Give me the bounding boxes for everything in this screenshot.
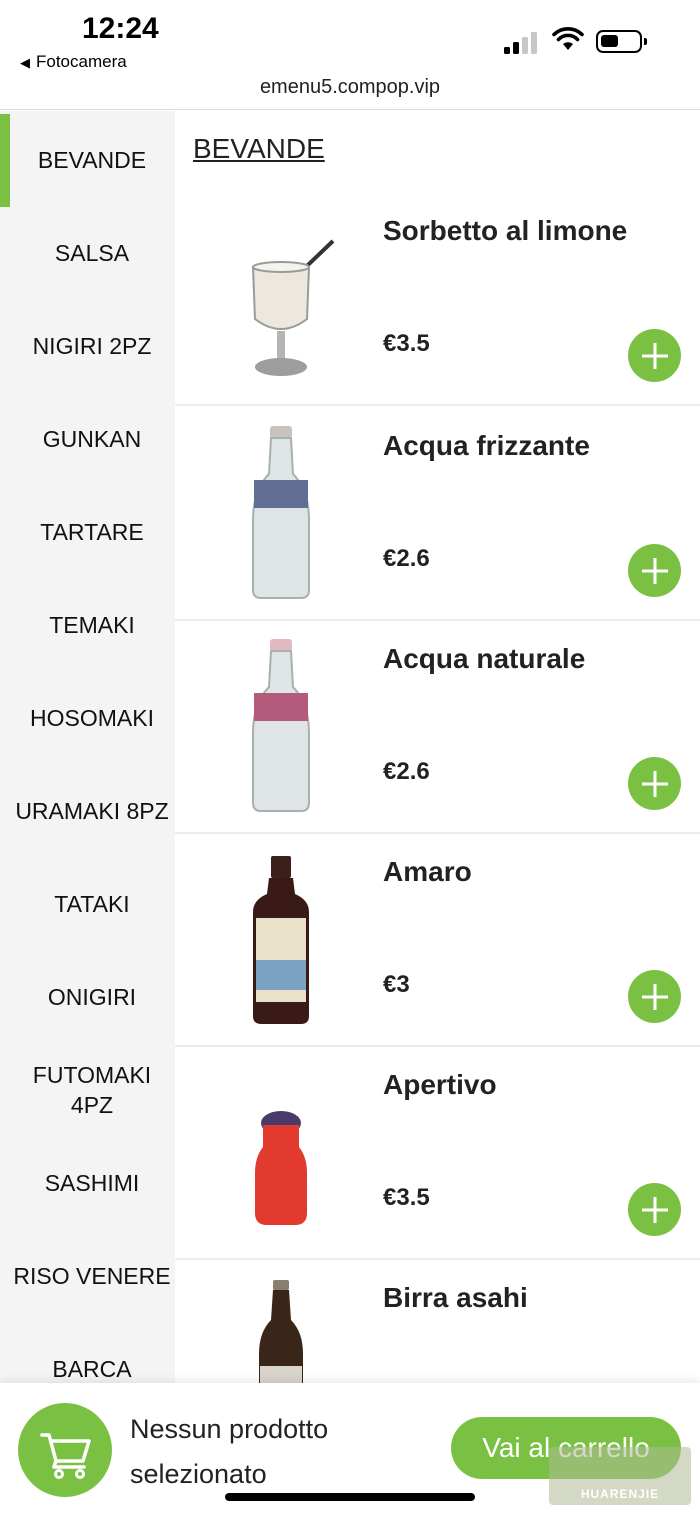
product-name: Sorbetto al limone (383, 215, 628, 246)
water-bottle-icon (252, 639, 310, 812)
category-onigiri[interactable]: ONIGIRI (10, 951, 174, 1044)
product-card[interactable]: Amaro €3 (175, 834, 700, 1047)
liqueur-bottle-icon (253, 856, 309, 1024)
add-to-cart-button[interactable] (628, 544, 681, 597)
category-barca[interactable]: BARCA (10, 1323, 174, 1383)
add-to-cart-button[interactable] (628, 970, 681, 1023)
back-triangle-icon: ◀ (20, 55, 30, 70)
product-name: Amaro (383, 856, 472, 887)
page-url[interactable]: emenu5.compop.vip (0, 76, 700, 99)
cart-button-round[interactable] (18, 1403, 112, 1497)
status-bar: 12:24 ◀ Fotocamera emenu5.compop.vip (0, 0, 700, 110)
product-card[interactable]: Apertivo €3.5 (175, 1047, 700, 1260)
water-bottle-icon (252, 426, 310, 599)
section-title: BEVANDE (193, 133, 325, 164)
product-price: €3.5 (383, 330, 430, 357)
product-price: €2.6 (383, 545, 430, 572)
category-riso-venere[interactable]: RISO VENERE (10, 1230, 174, 1323)
back-link-label: Fotocamera (36, 52, 127, 71)
category-sashimi[interactable]: SASHIMI (10, 1137, 174, 1230)
product-name: Birra asahi (383, 1282, 528, 1313)
category-temaki[interactable]: TEMAKI (10, 579, 174, 672)
home-indicator[interactable] (225, 1493, 475, 1501)
clock: 12:24 (82, 12, 159, 45)
product-card[interactable]: Acqua naturale €2.6 (175, 621, 700, 834)
add-to-cart-button[interactable] (628, 329, 681, 382)
category-nigiri-2pz[interactable]: NIGIRI 2PZ (10, 300, 174, 393)
product-name: Acqua naturale (383, 643, 586, 674)
add-to-cart-button[interactable] (628, 757, 681, 810)
cellular-signal-icon (504, 30, 540, 54)
battery-icon (596, 30, 647, 53)
cart-bar: Nessun prodotto selezionato Vai al carre… (0, 1383, 700, 1515)
category-futomaki-4pz[interactable]: FUTOMAKI 4PZ (10, 1044, 174, 1137)
watermark-text: HUARENJIE (580, 1487, 660, 1501)
category-gunkan[interactable]: GUNKAN (10, 393, 174, 486)
product-card[interactable]: Acqua frizzante €2.6 (175, 408, 700, 621)
active-category-indicator (0, 114, 10, 207)
sorbet-glass-icon (251, 239, 335, 376)
product-price: €2.6 (383, 758, 430, 785)
wifi-icon (552, 27, 584, 50)
category-tartare[interactable]: TARTARE (10, 486, 174, 579)
back-to-app-link[interactable]: ◀ Fotocamera (20, 52, 127, 72)
add-to-cart-button[interactable] (628, 1183, 681, 1236)
category-uramaki-8pz[interactable]: URAMAKI 8PZ (10, 765, 174, 858)
category-tataki[interactable]: TATAKI (10, 858, 174, 951)
product-card[interactable]: Birra asahi (175, 1260, 700, 1383)
beer-bottle-icon (259, 1280, 303, 1383)
category-bevande[interactable]: BEVANDE (10, 114, 174, 207)
aperitif-bottle-icon (255, 1111, 307, 1225)
product-list[interactable]: BEVANDE Sorbetto al limone €3.5 Acqua fr… (175, 111, 700, 1383)
product-name: Acqua frizzante (383, 430, 590, 461)
product-price: €3 (383, 971, 410, 998)
shopping-cart-icon (40, 1433, 91, 1479)
product-card[interactable]: Sorbetto al limone €3.5 (175, 193, 700, 406)
category-sidebar[interactable]: BEVANDE SALSA NIGIRI 2PZ GUNKAN TARTARE … (0, 111, 175, 1383)
cart-status-text: Nessun prodotto selezionato (130, 1414, 329, 1489)
category-salsa[interactable]: SALSA (10, 207, 174, 300)
category-hosomaki[interactable]: HOSOMAKI (10, 672, 174, 765)
product-price: €3.5 (383, 1184, 430, 1211)
watermark-logo: HUARENJIE (549, 1447, 691, 1505)
product-name: Apertivo (383, 1069, 497, 1100)
